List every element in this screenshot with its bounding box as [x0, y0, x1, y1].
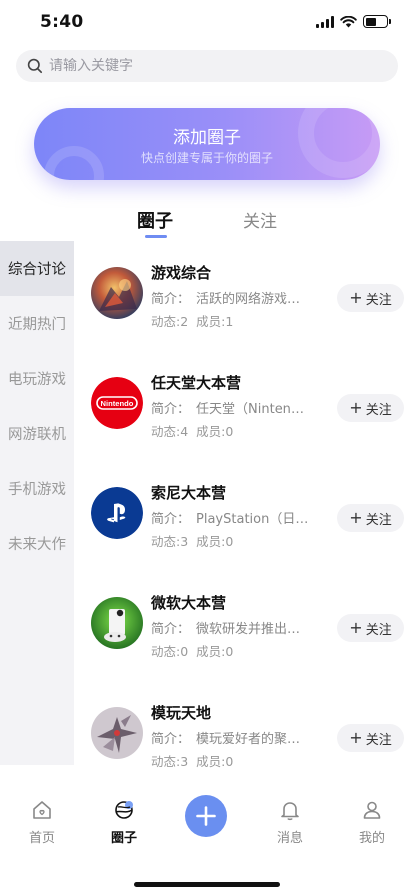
plus-icon: +	[349, 728, 363, 747]
home-icon	[33, 801, 51, 819]
nav-label-messages: 消息	[276, 831, 303, 846]
plus-icon: +	[349, 618, 363, 637]
circle-avatar	[91, 267, 143, 319]
tab-active-indicator	[145, 235, 167, 238]
list-item[interactable]: 模玩天地 简介： 模玩爱好者的聚集地 动态:3 成员:0 + 关注	[74, 681, 414, 791]
plus-icon	[196, 806, 216, 826]
nav-messages[interactable]: 消息	[260, 798, 320, 846]
post-count: 动态:3	[151, 754, 189, 769]
circle-stats: 动态:4 成员:0	[151, 421, 241, 440]
circle-description: 简介： 任天堂（Nintendo）	[151, 402, 311, 417]
follow-button[interactable]: + 关注	[337, 614, 404, 642]
bell-icon	[281, 802, 299, 821]
search-icon	[27, 58, 43, 74]
circle-avatar	[91, 707, 143, 759]
circle-avatar: Nintendo	[91, 377, 143, 429]
battery-level	[365, 17, 376, 26]
post-count: 动态:4	[151, 424, 189, 439]
wifi-icon	[340, 15, 357, 27]
circle-stats: 动态:3 成员:0	[151, 751, 241, 770]
member-count: 成员:0	[196, 424, 234, 439]
circle-name: 索尼大本营	[151, 484, 227, 502]
list-item[interactable]: Nintendo 任天堂大本营 简介： 任天堂（Nintendo） 动态:4 成员:…	[74, 351, 414, 461]
search-bar[interactable]	[16, 50, 398, 82]
add-circle-banner[interactable]: 添加圈子 快点创建专属于你的圈子	[34, 108, 380, 180]
sidebar-item-mobile-games[interactable]: 手机游戏	[0, 461, 74, 516]
nav-label-profile: 我的	[358, 831, 385, 846]
plus-icon: +	[349, 288, 363, 307]
nav-label-home: 首页	[28, 831, 55, 846]
circle-description: 简介： 模玩爱好者的聚集地	[151, 732, 311, 747]
follow-button[interactable]: + 关注	[337, 394, 404, 422]
circle-avatar	[91, 487, 143, 539]
follow-button[interactable]: + 关注	[337, 724, 404, 752]
list-item[interactable]: 微软大本营 简介：微软研发并推出的家用游戏机 动态:0 成员:0 +关注	[74, 571, 414, 681]
circle-description: 简介：活跃的网络游戏综合讨论	[151, 292, 311, 307]
circle-description: 简介：微软研发并推出的家用游戏机	[151, 622, 311, 637]
plus-icon: +	[349, 398, 363, 417]
circle-name: 任天堂大本营	[151, 374, 242, 392]
sidebar-item-trending[interactable]: 近期热门	[0, 296, 74, 351]
circle-name: 模玩天地	[151, 704, 212, 722]
home-indicator	[134, 882, 280, 887]
tab-circles[interactable]: 圈子	[137, 207, 173, 233]
member-count: 成员:0	[196, 754, 234, 769]
search-input[interactable]	[49, 58, 369, 74]
follow-button[interactable]: + 关注	[337, 284, 404, 312]
status-bar: 5:40	[0, 0, 414, 46]
follow-button[interactable]: + 关注	[337, 504, 404, 532]
member-count: 成员:0	[196, 644, 234, 659]
user-icon	[363, 801, 381, 819]
nav-label-circles: 圈子	[110, 831, 137, 846]
plus-icon: +	[349, 508, 363, 527]
circle-avatar	[91, 597, 143, 649]
circle-description: 简介：PlayStation（日语：プレイステーション）	[151, 512, 311, 527]
circle-name: 微软大本营	[151, 594, 227, 612]
sidebar-item-general[interactable]: 综合讨论	[0, 241, 74, 296]
circle-stats: 动态:2 成员:1	[151, 311, 241, 330]
sidebar-item-online-games[interactable]: 网游联机	[0, 406, 74, 461]
circle-stats: 动态:0 成员:0	[151, 641, 241, 660]
post-count: 动态:2	[151, 314, 189, 329]
banner-subtitle: 快点创建专属于你的圈子	[140, 151, 273, 165]
tab-follow[interactable]: 关注	[243, 207, 277, 232]
svg-text:Nintendo: Nintendo	[101, 399, 134, 408]
post-count: 动态:3	[151, 534, 189, 549]
list-item[interactable]: 索尼大本营 简介：PlayStation（日语：プレイステーション） 动态:3 成…	[74, 461, 414, 571]
nav-home[interactable]: 首页	[12, 798, 72, 846]
member-count: 成员:0	[196, 534, 234, 549]
status-icons	[316, 15, 391, 28]
bottom-navigation: 首页 圈子 消息 我的	[0, 786, 414, 896]
circle-name: 游戏综合	[151, 264, 212, 282]
planet-icon	[115, 801, 133, 819]
banner-title: 添加圈子	[173, 128, 241, 148]
status-time: 5:40	[40, 12, 84, 32]
nav-profile[interactable]: 我的	[342, 798, 402, 846]
battery-icon	[363, 15, 391, 28]
add-post-button[interactable]	[185, 795, 227, 837]
sidebar-item-upcoming[interactable]: 未来大作	[0, 516, 74, 571]
post-count: 动态:0	[151, 644, 189, 659]
nav-circles[interactable]: 圈子	[94, 798, 154, 846]
category-sidebar: 综合讨论 近期热门 电玩游戏 网游联机 手机游戏 未来大作	[0, 241, 74, 765]
member-count: 成员:1	[196, 314, 234, 329]
circle-stats: 动态:3 成员:0	[151, 531, 241, 550]
circle-list: 游戏综合 简介：活跃的网络游戏综合讨论 动态:2 成员:1 +关注 Nintend…	[74, 241, 414, 791]
sidebar-item-console-games[interactable]: 电玩游戏	[0, 351, 74, 406]
cellular-signal-icon	[316, 15, 334, 28]
list-item[interactable]: 游戏综合 简介：活跃的网络游戏综合讨论 动态:2 成员:1 +关注	[74, 241, 414, 351]
